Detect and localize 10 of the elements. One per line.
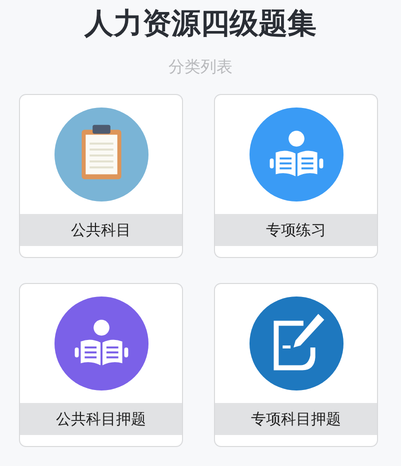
category-card[interactable]: 专项科目押题 — [214, 283, 378, 447]
section-subtitle: 分类列表 — [168, 56, 234, 78]
category-card[interactable]: 公共科目押题 — [19, 283, 183, 447]
category-label: 专项练习 — [215, 214, 377, 246]
page-title: 人力资源四级题集 — [83, 5, 318, 42]
category-card[interactable]: 公共科目 — [19, 94, 183, 258]
category-label: 公共科目押题 — [20, 403, 182, 435]
category-label: 公共科目 — [20, 214, 182, 246]
category-card[interactable]: 专项练习 — [214, 94, 378, 258]
category-label: 专项科目押题 — [215, 403, 377, 435]
